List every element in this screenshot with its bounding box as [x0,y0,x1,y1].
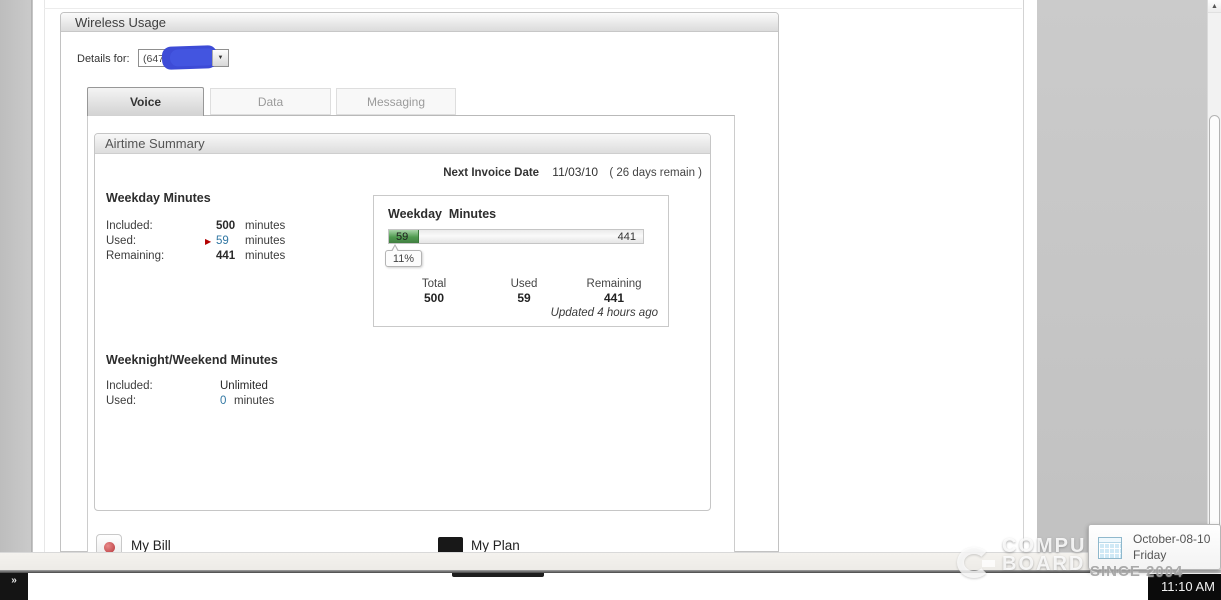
used-col-label: Used [511,278,538,290]
next-invoice-date: 11/03/10 [552,165,598,179]
included-value: 500 [216,220,235,232]
airtime-summary-title: Airtime Summary [95,134,710,154]
used-label: Used: [106,395,136,407]
remaining-row: Remaining: 441 minutes [106,250,396,265]
taskbar-clock[interactable]: 11:10 AM [1148,574,1221,600]
used-label: Used: [106,235,136,247]
included-value: Unlimited [220,380,268,392]
my-plan-link[interactable]: My Plan [471,538,520,553]
details-for-label: Details for: [77,53,130,65]
remaining-col-value: 441 [587,291,642,305]
bottom-strip [0,552,1221,570]
tab-messaging[interactable]: Messaging [336,88,456,115]
clock-tooltip: October-08-10 Friday [1088,524,1221,570]
used-row: Used: ▶ 59 minutes [106,235,396,250]
scrollbar-thumb[interactable] [1209,115,1220,553]
page-right-margin [1037,0,1207,570]
chart-title: Weekday Minutes [388,207,496,221]
remaining-label: Remaining: [106,250,164,262]
next-invoice-row: Next Invoice Date 11/03/10 ( 26 days rem… [443,165,702,179]
used-value: 0 [220,395,226,407]
screen: ▲ Wireless Usage Details for: (647) ▼ Vo… [0,0,1221,600]
weeknight-minutes-title: Weeknight/Weekend Minutes [106,353,278,367]
phone-number-dropdown[interactable]: (647) ▼ [138,49,229,67]
percent-used-callout: 11% [385,250,422,267]
tooltip-date: October-08-10 [1133,532,1210,546]
tab-voice[interactable]: Voice [87,87,204,116]
used-value: 59 [216,235,229,247]
total-label: Total [422,278,446,290]
weekday-minutes-title: Weekday Minutes [106,191,211,205]
next-invoice-label: Next Invoice Date [443,167,539,179]
included-unit: minutes [245,220,285,232]
included-row: Included: Unlimited [106,380,396,395]
remaining-unit: minutes [245,250,285,262]
content-top-divider [44,8,1022,9]
airtime-summary-panel: Airtime Summary Next Invoice Date 11/03/… [94,133,711,511]
tab-data[interactable]: Data [210,88,331,115]
used-row: Used: 0 minutes [106,395,396,410]
chevron-down-icon[interactable]: ▼ [212,50,228,66]
weekday-minutes-rows: Included: 500 minutes Used: ▶ 59 minutes… [106,220,396,265]
taskbar-window-sliver [452,573,544,577]
used-col-value: 59 [511,291,538,305]
calendar-icon-header [1099,538,1121,543]
calendar-icon [1098,537,1122,559]
content-right-gutter [1023,0,1037,570]
included-row: Included: 500 minutes [106,220,396,235]
used-unit: minutes [245,235,285,247]
phone-number-redaction [162,45,218,70]
taskbar-overflow-button[interactable]: » [0,573,28,600]
days-remain: ( 26 days remain ) [609,167,702,179]
used-marker-icon: ▶ [205,237,211,246]
weekday-minutes-chart: Weekday Minutes 59 441 11% Total 500 Use… [373,195,669,327]
page-left-margin [0,0,32,570]
page-title: Wireless Usage [61,13,778,32]
total-value: 500 [422,291,446,305]
updated-timestamp: Updated 4 hours ago [551,307,658,319]
included-label: Included: [106,380,153,392]
chart-col-remaining: Remaining 441 [587,278,642,305]
weeknight-minutes-rows: Included: Unlimited Used: 0 minutes [106,380,396,410]
vertical-scrollbar[interactable]: ▲ [1207,0,1221,570]
content-left-divider [44,0,45,552]
chart-col-total: Total 500 [422,278,446,305]
chart-col-used: Used 59 [511,278,538,305]
usage-bar-track: 59 441 [388,229,644,244]
used-unit: minutes [234,395,274,407]
included-label: Included: [106,220,153,232]
bar-remaining-label: 441 [618,231,636,243]
remaining-value: 441 [216,250,235,262]
wireless-usage-panel: Wireless Usage Details for: (647) ▼ Voic… [60,12,779,552]
tooltip-weekday: Friday [1133,548,1166,562]
scroll-up-icon[interactable]: ▲ [1208,0,1221,13]
remaining-col-label: Remaining [587,278,642,290]
my-bill-link[interactable]: My Bill [131,538,171,553]
bar-used-label: 59 [396,231,408,243]
taskbar: » 11:10 AM [0,573,1221,600]
